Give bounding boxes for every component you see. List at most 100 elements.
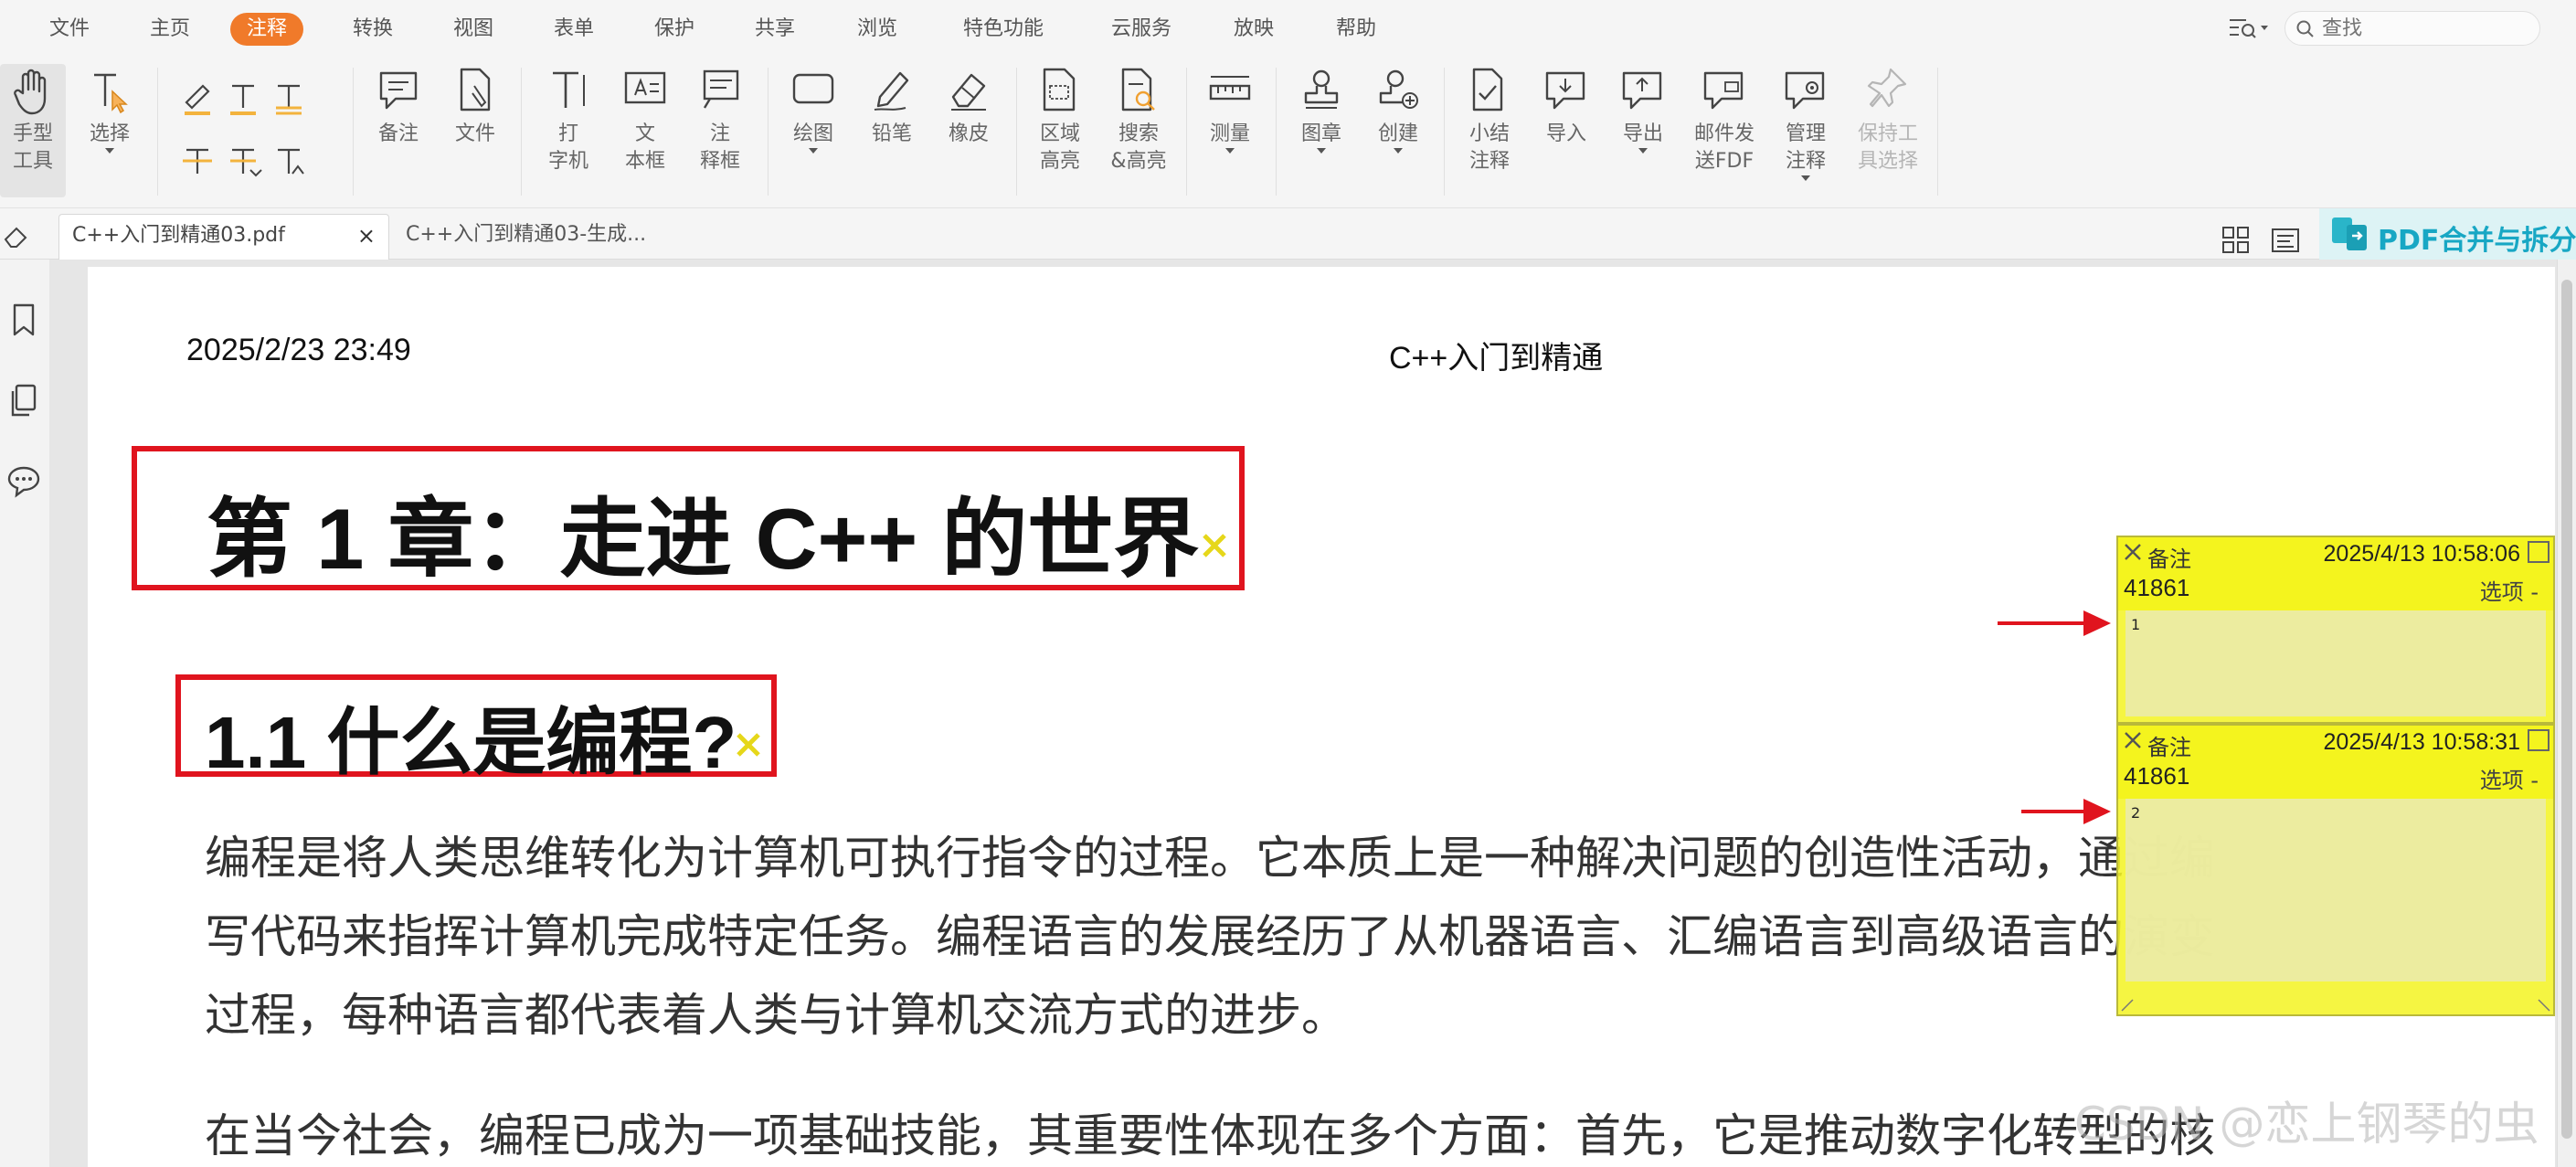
typewriter-label: 打 字机	[547, 122, 588, 173]
page-layout-icon[interactable]	[2270, 225, 2301, 256]
menu-features[interactable]: 特色功能	[947, 13, 1060, 46]
create-stamp-tool[interactable]: 创建	[1365, 66, 1431, 154]
close-icon[interactable]	[2122, 541, 2144, 563]
note-minimize-icon[interactable]	[2528, 541, 2549, 563]
import-label: 导入	[1545, 122, 1586, 145]
draw-tool[interactable]: 绘图	[780, 66, 846, 154]
measure-tool[interactable]: 测量	[1197, 66, 1263, 154]
ribbon-divider	[1276, 68, 1277, 196]
pencil-label: 铅笔	[871, 122, 912, 145]
note-marker-icon[interactable]	[1201, 532, 1228, 559]
menu-file[interactable]: 文件	[33, 13, 106, 46]
select-tool-label: 选择	[89, 122, 130, 145]
grid-view-icon[interactable]	[2221, 225, 2252, 256]
export-label: 导出	[1622, 122, 1663, 145]
menu-protect[interactable]: 保护	[638, 13, 711, 46]
keep-tool-selection[interactable]: 保持工 具选择	[1850, 66, 1926, 175]
replace-text-icon[interactable]	[230, 148, 262, 177]
ribbon-divider	[1937, 68, 1938, 196]
search-box[interactable]	[2284, 11, 2540, 46]
hand-tool[interactable]: 手型 工具	[0, 66, 66, 175]
summary-tool[interactable]: 小结 注释	[1457, 66, 1522, 175]
textbox-tool[interactable]: 文 本框	[612, 66, 678, 175]
stamp-tool[interactable]: 图章	[1288, 66, 1354, 154]
menu-share[interactable]: 共享	[738, 13, 811, 46]
menu-slideshow[interactable]: 放映	[1217, 13, 1290, 46]
close-icon[interactable]	[2122, 729, 2144, 751]
callout-icon	[703, 69, 739, 109]
menu-home[interactable]: 主页	[133, 13, 207, 46]
file-attach-label: 文件	[454, 122, 495, 145]
strikethrough-icon[interactable]	[183, 148, 212, 174]
export-tool[interactable]: 导出	[1610, 66, 1676, 154]
menu-bar: 文件 主页 注释 转换 视图 表单 保护 共享 浏览 特色功能 云服务 放映 帮…	[0, 0, 2576, 57]
search-input[interactable]	[2322, 16, 2532, 41]
underline-icon[interactable]	[230, 84, 256, 115]
note-body[interactable]: 2	[2125, 799, 2546, 981]
scrollbar-thumb[interactable]	[2561, 280, 2572, 1139]
bookmark-icon[interactable]	[7, 302, 40, 338]
typewriter-tool[interactable]: 打 字机	[535, 66, 601, 175]
chevron-down-icon	[1638, 148, 1648, 154]
ribbon-divider	[1016, 68, 1017, 196]
search-options-button[interactable]	[2226, 15, 2272, 42]
comments-panel-icon[interactable]	[7, 462, 40, 499]
note-options-button[interactable]: 选项 -	[2480, 574, 2539, 606]
area-highlight-tool[interactable]: 区域 高亮	[1027, 66, 1093, 175]
comment-icon	[379, 71, 418, 110]
callout-label: 注 释框	[699, 122, 740, 173]
note-tool-label: 备注	[377, 122, 419, 145]
page-header-date: 2025/2/23 23:49	[186, 333, 411, 367]
callout-tool[interactable]: 注 释框	[687, 66, 753, 175]
arrow-annotation-2	[2021, 799, 2111, 824]
note-popup-2[interactable]: 备注 2025/4/13 10:58:31 41861 选项 - 2	[2116, 724, 2555, 1016]
pdf-merge-split-promo[interactable]: PDF合并与拆分	[2319, 208, 2576, 260]
menu-form[interactable]: 表单	[537, 13, 610, 46]
note-body[interactable]: 1	[2125, 610, 2546, 716]
search-highlight-tool[interactable]: 搜索 &高亮	[1104, 66, 1173, 175]
mail-fdf-tool[interactable]: 邮件发 送FDF	[1687, 66, 1762, 175]
close-icon[interactable]: ×	[357, 215, 376, 257]
page-header-title: C++入门到精通	[1389, 341, 1604, 376]
vertical-scrollbar[interactable]	[2557, 260, 2576, 1167]
note-popup-header: 备注 2025/4/13 10:58:06 41861 选项 -	[2118, 537, 2553, 610]
thumbnails-icon[interactable]	[7, 382, 40, 419]
chevron-down-icon	[1801, 175, 1810, 181]
manage-tool[interactable]: 管理 注释	[1771, 66, 1840, 181]
import-tool[interactable]: 导入	[1533, 66, 1599, 148]
manage-comment-icon	[1785, 71, 1825, 110]
menu-browse[interactable]: 浏览	[841, 13, 914, 46]
note-options-button[interactable]: 选项 -	[2480, 762, 2539, 794]
insert-text-icon[interactable]	[278, 148, 304, 175]
eraser-small-icon[interactable]	[2, 225, 29, 249]
ribbon-divider	[1186, 68, 1187, 196]
menu-annotate[interactable]: 注释	[230, 13, 304, 46]
menu-cloud[interactable]: 云服务	[1095, 13, 1188, 46]
note-popup-1[interactable]: 备注 2025/4/13 10:58:06 41861 选项 - 1	[2116, 536, 2555, 724]
squiggly-icon[interactable]	[276, 84, 302, 115]
eraser-tool[interactable]: 橡皮	[936, 66, 1002, 148]
section-heading: 1.1 什么是编程?	[205, 702, 737, 783]
note-type: 备注	[2147, 546, 2191, 572]
tab-document-2[interactable]: C++入门到精通03-生成...	[393, 214, 667, 260]
search-highlight-icon	[1121, 68, 1155, 111]
note-tool[interactable]: 备注	[366, 66, 431, 148]
hand-icon	[14, 69, 47, 115]
resize-grip-icon[interactable]	[2120, 998, 2135, 1013]
select-tool[interactable]: 选择	[77, 66, 143, 154]
tab-document-1[interactable]: C++入门到精通03.pdf ×	[58, 214, 389, 260]
pencil-icon	[874, 71, 909, 111]
note-minimize-icon[interactable]	[2528, 729, 2549, 751]
chevron-down-icon	[105, 148, 114, 154]
menu-help[interactable]: 帮助	[1320, 13, 1393, 46]
menu-convert[interactable]: 转换	[336, 13, 409, 46]
file-attach-tool[interactable]: 文件	[442, 66, 508, 148]
resize-grip-icon[interactable]	[2537, 998, 2551, 1013]
note-marker-icon[interactable]	[735, 731, 762, 759]
menu-view[interactable]: 视图	[437, 13, 510, 46]
highlight-icon[interactable]	[185, 84, 210, 115]
pencil-tool[interactable]: 铅笔	[859, 66, 925, 148]
import-comment-icon	[1545, 71, 1585, 110]
create-stamp-label: 创建	[1377, 122, 1418, 145]
document-tab-bar: C++入门到精通03.pdf × C++入门到精通03-生成... PDF合并与…	[0, 208, 2576, 260]
